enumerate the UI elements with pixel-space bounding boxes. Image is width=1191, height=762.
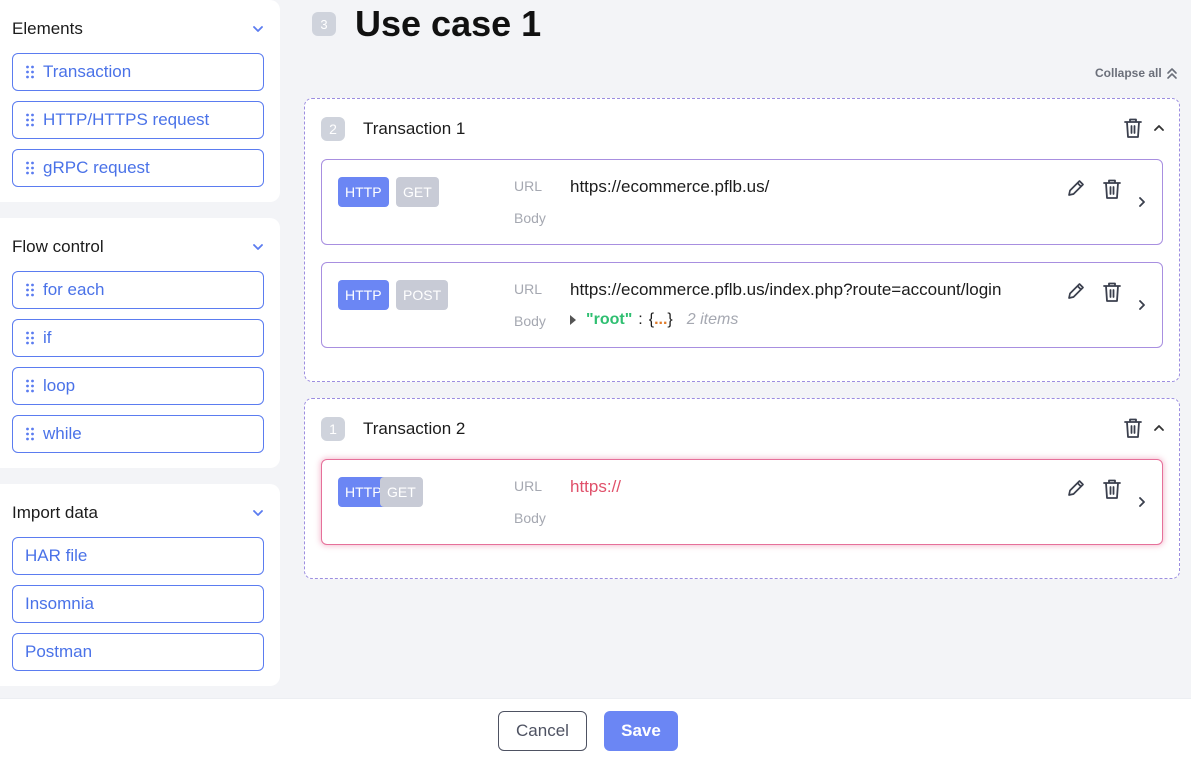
- import-data-panel-title: Import data: [12, 503, 98, 522]
- pencil-icon[interactable]: [1066, 478, 1086, 498]
- transaction-card[interactable]: 2 Transaction 1 HTTP GET URL https://eco…: [304, 98, 1180, 382]
- url-label: URL: [514, 478, 543, 494]
- transaction-number-badge: 1: [321, 417, 345, 441]
- method-badge: POST: [396, 280, 449, 310]
- element-label: Transaction: [43, 62, 132, 81]
- trash-icon[interactable]: [1123, 417, 1143, 439]
- collapse-all-label: Collapse all: [1095, 66, 1162, 80]
- import-label: Insomnia: [25, 594, 94, 613]
- json-ellipsis: ...: [654, 311, 668, 328]
- element-label: loop: [43, 376, 76, 395]
- flow-control-panel-header[interactable]: Flow control: [12, 218, 264, 276]
- drag-handle-icon[interactable]: [25, 65, 35, 79]
- use-case-number-badge: 3: [312, 12, 336, 36]
- body-label: Body: [514, 313, 546, 329]
- chevron-down-icon[interactable]: [252, 23, 264, 35]
- element-label: HTTP/HTTPS request: [43, 110, 210, 129]
- json-colon: :: [638, 311, 643, 328]
- transaction-actions: [1123, 417, 1165, 439]
- element-label: for each: [43, 280, 105, 299]
- pencil-icon[interactable]: [1066, 178, 1086, 198]
- element-grpc-request[interactable]: gRPC request: [12, 149, 264, 187]
- url-value: https://: [570, 477, 622, 496]
- element-while[interactable]: while: [12, 415, 264, 453]
- chevron-right-icon[interactable]: [1136, 196, 1148, 208]
- drag-handle-icon[interactable]: [25, 161, 35, 175]
- import-data-panel-header[interactable]: Import data: [12, 484, 264, 542]
- request-actions: [1066, 178, 1122, 200]
- elements-panel-title: Elements: [12, 19, 83, 38]
- url-label: URL: [514, 281, 543, 297]
- protocol-badge: HTTP: [338, 177, 389, 207]
- double-chevron-up-icon: [1166, 66, 1178, 80]
- json-body-preview: "root" : {...} 2 items: [570, 311, 738, 329]
- trash-icon[interactable]: [1102, 281, 1122, 303]
- request-actions: [1066, 281, 1122, 303]
- import-data-panel: Import data HAR file Insomnia Postman: [0, 484, 280, 686]
- body-label: Body: [514, 210, 546, 226]
- elements-panel: Elements Transaction HTTP/HTTPS request …: [0, 0, 280, 202]
- footer-bar: Cancel Save: [0, 698, 1191, 762]
- element-if[interactable]: if: [12, 319, 264, 357]
- chevron-down-icon[interactable]: [252, 507, 264, 519]
- transaction-number-badge: 2: [321, 117, 345, 141]
- chevron-up-icon[interactable]: [1153, 422, 1165, 434]
- element-label: while: [43, 424, 82, 443]
- url-label: URL: [514, 178, 543, 194]
- method-badge: GET: [396, 177, 439, 207]
- request-card[interactable]: HTTP GET URL https:// Body: [321, 459, 1163, 545]
- json-item-count: 2 items: [686, 311, 739, 328]
- element-transaction[interactable]: Transaction: [12, 53, 264, 91]
- transaction-name[interactable]: Transaction 1: [363, 119, 465, 139]
- transaction-header: 2 Transaction 1: [321, 117, 465, 141]
- drag-handle-icon[interactable]: [25, 427, 35, 441]
- transaction-name[interactable]: Transaction 2: [363, 419, 465, 439]
- element-http-request[interactable]: HTTP/HTTPS request: [12, 101, 264, 139]
- import-label: HAR file: [25, 546, 88, 565]
- import-insomnia-button[interactable]: Insomnia: [12, 585, 264, 623]
- pencil-icon[interactable]: [1066, 281, 1086, 301]
- json-brace-close: }: [667, 311, 673, 328]
- import-har-button[interactable]: HAR file: [12, 537, 264, 575]
- request-card[interactable]: HTTP POST URL https://ecommerce.pflb.us/…: [321, 262, 1163, 348]
- elements-panel-header[interactable]: Elements: [12, 0, 264, 58]
- expand-triangle-icon[interactable]: [570, 315, 576, 325]
- page-title: Use case 1: [355, 3, 542, 44]
- element-loop[interactable]: loop: [12, 367, 264, 405]
- protocol-badge: HTTP: [338, 280, 389, 310]
- trash-icon[interactable]: [1102, 478, 1122, 500]
- element-label: gRPC request: [43, 158, 150, 177]
- chevron-up-icon[interactable]: [1153, 122, 1165, 134]
- import-label: Postman: [25, 642, 93, 661]
- trash-icon[interactable]: [1123, 117, 1143, 139]
- chevron-right-icon[interactable]: [1136, 299, 1148, 311]
- save-button[interactable]: Save: [604, 711, 678, 751]
- trash-icon[interactable]: [1102, 178, 1122, 200]
- chevron-right-icon[interactable]: [1136, 496, 1148, 508]
- flow-control-panel-title: Flow control: [12, 237, 104, 256]
- request-actions: [1066, 478, 1122, 500]
- element-label: if: [43, 328, 52, 347]
- body-label: Body: [514, 510, 546, 526]
- collapse-all-button[interactable]: Collapse all: [1095, 66, 1178, 80]
- drag-handle-icon[interactable]: [25, 379, 35, 393]
- transaction-header: 1 Transaction 2: [321, 417, 465, 441]
- drag-handle-icon[interactable]: [25, 331, 35, 345]
- drag-handle-icon[interactable]: [25, 283, 35, 297]
- flow-control-panel: Flow control for each if loop while: [0, 218, 280, 468]
- drag-handle-icon[interactable]: [25, 113, 35, 127]
- json-object-collapsed[interactable]: {...}: [649, 311, 673, 329]
- chevron-down-icon[interactable]: [252, 241, 264, 253]
- transaction-actions: [1123, 117, 1165, 139]
- transaction-card[interactable]: 1 Transaction 2 HTTP GET URL https:// Bo…: [304, 398, 1180, 579]
- request-card[interactable]: HTTP GET URL https://ecommerce.pflb.us/ …: [321, 159, 1163, 245]
- cancel-button[interactable]: Cancel: [498, 711, 587, 751]
- element-for-each[interactable]: for each: [12, 271, 264, 309]
- url-value: https://ecommerce.pflb.us/index.php?rout…: [570, 280, 1002, 299]
- url-value: https://ecommerce.pflb.us/: [570, 177, 770, 196]
- method-badge: GET: [380, 477, 423, 507]
- json-key: "root": [586, 311, 633, 328]
- import-postman-button[interactable]: Postman: [12, 633, 264, 671]
